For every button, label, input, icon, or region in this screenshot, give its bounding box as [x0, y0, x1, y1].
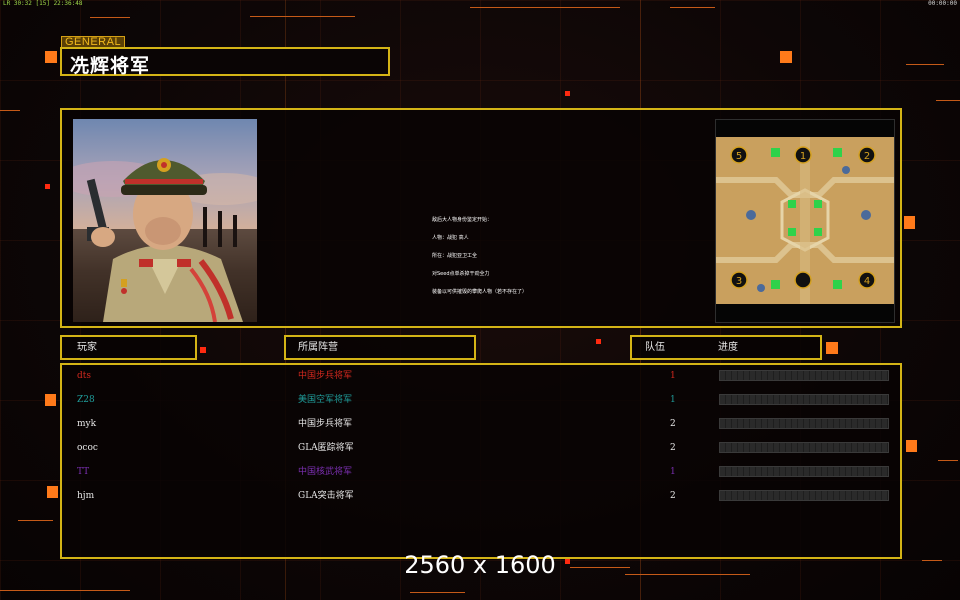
deco-line: [938, 460, 958, 461]
player-progress-bar: [719, 418, 889, 429]
deco-line: [936, 100, 960, 101]
player-faction: 美国空军将军: [298, 395, 353, 405]
player-team: 1: [670, 395, 676, 405]
column-header-team-label: 队伍: [645, 342, 665, 353]
status-left: LR 30:32 [15] 22:36:48: [3, 0, 83, 7]
deco-line: [0, 110, 20, 111]
player-row: ococ GLA匿踪将军 2: [62, 439, 900, 463]
deco-square: [906, 440, 917, 452]
deco-line: [0, 590, 130, 591]
player-progress-bar: [719, 370, 889, 381]
briefing-line: 所在：战犯亚卫工全: [432, 253, 478, 259]
start-position-label: 2: [864, 151, 870, 162]
briefing-text: 敌后大人物身份鉴定开始： 人物：战犯 高人 所在：战犯亚卫工全 对Seed点单杀…: [432, 205, 527, 307]
deco-line: [18, 520, 53, 521]
start-position-label: 4: [864, 276, 870, 287]
column-header-team-progress: 队伍 进度: [630, 335, 822, 360]
briefing-line: 人物：战犯 高人: [432, 235, 469, 241]
deco-line: [90, 17, 130, 18]
player-row: TT 中国核武将军 1: [62, 463, 900, 487]
briefing-line: 装备以可供摧毁的攀爬人物（若不存在了）: [432, 289, 528, 295]
column-header-progress-label: 进度: [718, 342, 738, 353]
portrait-image: [73, 158, 257, 322]
deco-line: [906, 64, 944, 65]
player-row: dts 中国步兵将军 1: [62, 367, 900, 391]
player-progress-bar: [719, 442, 889, 453]
deco-square: [45, 51, 57, 63]
minimap-image: 5 1 2 3 4: [716, 137, 894, 304]
deco-dot: [565, 91, 570, 96]
start-position-label: 3: [736, 276, 742, 287]
column-header-faction-label: 所属阵营: [298, 342, 338, 353]
player-name: ococ: [77, 443, 98, 453]
player-progress-bar: [719, 490, 889, 501]
player-team: 1: [670, 467, 676, 477]
start-position-label: 1: [800, 151, 806, 162]
player-progress-bar: [719, 466, 889, 477]
deco-square: [904, 216, 915, 229]
status-bar: LR 30:32 [15] 22:36:48 00:00:00: [0, 0, 960, 8]
column-header-player-label: 玩家: [77, 342, 97, 353]
player-name: TT: [77, 467, 90, 477]
player-faction: GLA突击将军: [298, 491, 354, 501]
player-faction: 中国核武将军: [298, 467, 353, 477]
loading-screen: LR 30:32 [15] 22:36:48 00:00:00 GENERAL …: [0, 0, 960, 600]
player-faction: 中国步兵将军: [298, 371, 353, 381]
player-faction: GLA匿踪将军: [298, 443, 354, 453]
player-progress-bar: [719, 394, 889, 405]
deco-dot: [596, 339, 601, 344]
player-faction: 中国步兵将军: [298, 419, 353, 429]
player-name: myk: [77, 419, 97, 429]
status-clock: 00:00:00: [928, 0, 957, 7]
general-portrait: [73, 119, 257, 322]
column-header-faction: 所属阵营: [284, 335, 476, 360]
player-row: hjm GLA突击将军 2: [62, 487, 900, 511]
player-team: 2: [670, 419, 676, 429]
deco-dot: [45, 184, 50, 189]
player-name: dts: [77, 371, 91, 381]
deco-square: [47, 486, 58, 498]
briefing-line: 敌后大人物身份鉴定开始：: [432, 217, 493, 223]
player-name: Z28: [77, 395, 95, 405]
minimap: 5 1 2 3 4: [715, 119, 895, 323]
player-team: 2: [670, 491, 676, 501]
briefing-line: 对Seed点单杀掉干劲全力: [432, 271, 490, 277]
deco-line: [410, 592, 465, 593]
deco-line: [250, 16, 355, 17]
deco-dot: [200, 347, 206, 353]
player-row: Z28 美国空军将军 1: [62, 391, 900, 415]
resolution-overlay: 2560 x 1600: [404, 551, 556, 579]
title-box: 冼辉将军: [60, 47, 390, 77]
player-row: myk 中国步兵将军 2: [62, 415, 900, 439]
player-name: hjm: [77, 491, 95, 501]
page-title: 冼辉将军: [70, 55, 151, 77]
player-team: 2: [670, 443, 676, 453]
start-position-label: 5: [736, 151, 742, 162]
column-header-player: 玩家: [60, 335, 197, 360]
deco-square: [780, 51, 792, 63]
briefing-panel: 敌后大人物身份鉴定开始： 人物：战犯 高人 所在：战犯亚卫工全 对Seed点单杀…: [60, 108, 902, 328]
player-list: dts 中国步兵将军 1 Z28 美国空军将军 1 myk 中国步兵将军 2 ococ GLA匿踪将…: [60, 363, 902, 559]
player-team: 1: [670, 371, 676, 381]
deco-square: [45, 394, 56, 406]
deco-square: [826, 342, 838, 354]
